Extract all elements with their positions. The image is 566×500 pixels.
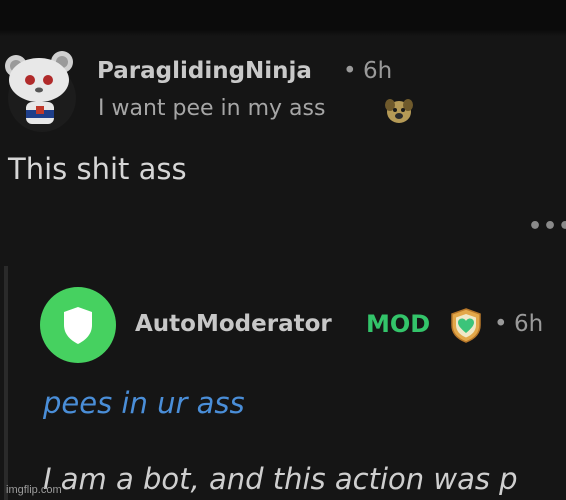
watermark: imgflip.com xyxy=(6,484,62,496)
mod-badge: MOD xyxy=(366,310,431,338)
comment-body: This shit ass xyxy=(8,152,187,186)
snoo-avatar-icon[interactable] xyxy=(2,40,78,132)
comment-timestamp: 6h xyxy=(363,58,393,84)
reply-timestamp: 6h xyxy=(514,311,544,337)
thread-line[interactable] xyxy=(4,266,8,500)
reply-author[interactable]: AutoModerator xyxy=(135,311,332,337)
shield-avatar-icon[interactable] xyxy=(40,287,116,363)
dog-emoji-icon xyxy=(382,98,416,124)
reply-body: pees in ur ass xyxy=(43,386,245,420)
comment-author[interactable]: ParaglidingNinja xyxy=(97,58,312,84)
separator-dot: • xyxy=(343,58,357,84)
bot-disclaimer: I am a bot, and this action was p xyxy=(43,462,518,496)
more-options-button[interactable]: ••• xyxy=(528,214,566,239)
separator-dot: • xyxy=(494,311,508,337)
comment-thread: ParaglidingNinja • 6h I want pee in my a… xyxy=(0,0,566,500)
heart-shield-icon xyxy=(447,306,485,344)
user-flair: I want pee in my ass xyxy=(98,96,326,121)
